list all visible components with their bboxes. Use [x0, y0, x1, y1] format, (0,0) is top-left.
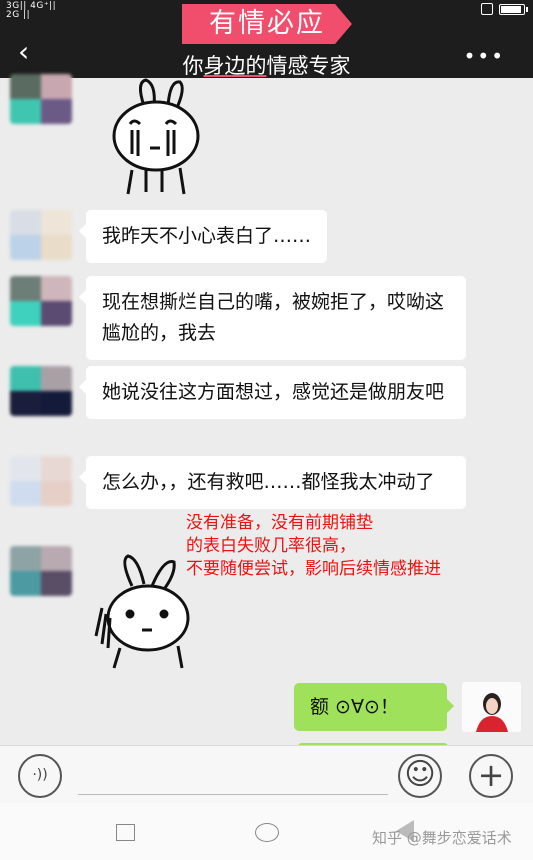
home-button[interactable] [255, 823, 279, 842]
signal-indicator: 3G|| 4G⁺|| 2G || [6, 1, 57, 20]
annotation-text: 没有准备，没有前期铺垫 的表白失败几率很高， 不要随便尝试，影响后续情感推进 [186, 512, 441, 581]
contact-avatar[interactable] [10, 210, 72, 260]
my-message-bubble[interactable]: 额 ⊙∀⊙！ [294, 683, 454, 731]
chat-title: 你身边的情感专家 [0, 50, 533, 80]
message-bubble[interactable]: 现在想撕烂自己的嘴，被婉拒了，哎呦这尴尬的，我去 [79, 276, 466, 360]
contact-avatar[interactable] [10, 276, 72, 326]
contact-avatar[interactable] [10, 546, 72, 596]
battery-icon [499, 3, 528, 15]
annotation-line: 没有准备，没有前期铺垫 [186, 513, 373, 533]
plus-button[interactable]: + [469, 754, 513, 798]
brand-tag: 有情必应 [182, 4, 352, 44]
system-nav-bar: 知乎 @舞步恋爱话术 [0, 803, 533, 860]
message-input[interactable] [78, 794, 388, 795]
voice-input-button[interactable]: ·)) [18, 754, 62, 798]
message-bubble[interactable]: 我昨天不小心表白了…… [78, 210, 328, 263]
title-part-3: 情感专家 [266, 54, 351, 78]
more-options-button[interactable]: ••• [464, 44, 505, 68]
crying-rabbit-sticker [112, 78, 200, 195]
contact-avatar[interactable] [10, 74, 72, 124]
top-bar: 3G|| 4G⁺|| 2G || 有情必应 ‹ 你身边的情感专家 ••• [0, 0, 533, 78]
message-bubble[interactable]: 怎么办，，还有救吧……都怪我太冲动了 [79, 456, 466, 509]
emoji-button[interactable]: ☺ [398, 754, 442, 798]
title-part-1: 你 [182, 54, 204, 78]
chat-area: 我昨天不小心表白了…… 现在想撕烂自己的嘴，被婉拒了，哎呦这尴尬的，我去 她说没… [0, 74, 533, 751]
title-part-2: 身边的 [203, 54, 267, 78]
recent-apps-button[interactable] [116, 824, 135, 841]
user-photo-icon [462, 682, 521, 732]
message-bubble[interactable]: 她说没往这方面想过，感觉还是做朋友吧 [79, 366, 466, 419]
annotation-line: 不要随便尝试，影响后续情感推进 [186, 559, 441, 579]
watermark: 知乎 @舞步恋爱话术 [372, 829, 512, 847]
contact-avatar[interactable] [10, 366, 72, 416]
annotation-line: 的表白失败几率很高， [186, 536, 356, 556]
input-bar: ·)) ☺ + [0, 745, 533, 803]
my-avatar[interactable] [462, 682, 521, 732]
contact-avatar[interactable] [10, 456, 72, 506]
shocked-rabbit-sticker [94, 554, 190, 669]
status-icons [481, 3, 528, 15]
silent-icon [481, 3, 493, 15]
